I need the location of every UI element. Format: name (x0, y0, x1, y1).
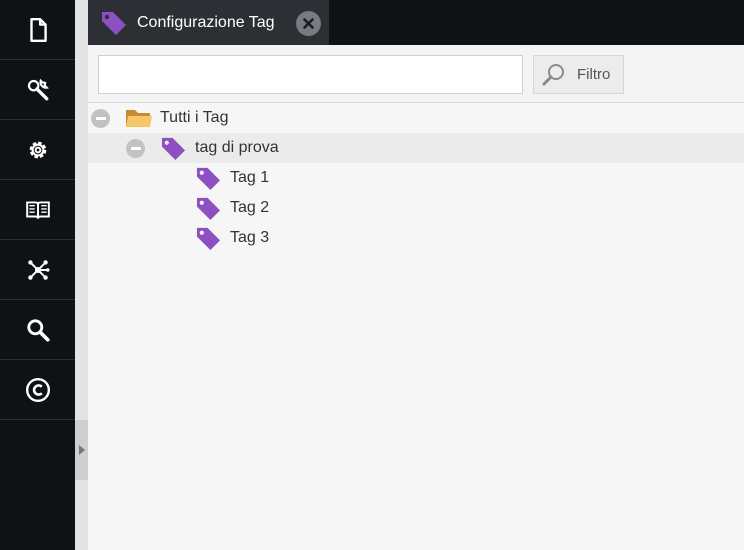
tree-node-label[interactable]: Tag 2 (230, 199, 269, 217)
tree-node-label[interactable]: Tag 1 (230, 169, 269, 187)
tag-icon (195, 196, 222, 221)
tag-tree: Tutti i Tag tag di prova Tag 1 Tag 2 Tag… (88, 103, 744, 253)
sidebar-item-about[interactable] (0, 360, 75, 420)
expand-arrow-icon (78, 445, 85, 455)
tab-bar: Configurazione Tag (88, 0, 744, 45)
document-icon (29, 17, 47, 42)
sidebar-item-tools[interactable] (0, 60, 75, 120)
main-sidebar (0, 0, 75, 550)
tag-icon (195, 166, 222, 191)
magnifier-icon (542, 63, 564, 85)
tree-node-label[interactable]: tag di prova (195, 139, 279, 157)
panel-splitter[interactable] (75, 0, 88, 550)
book-icon (25, 200, 50, 219)
tree-node-tag[interactable]: Tag 1 (88, 163, 744, 193)
tree-node-label[interactable]: Tutti i Tag (160, 109, 228, 127)
tag-icon (160, 136, 187, 161)
tree-node-tag[interactable]: Tag 2 (88, 193, 744, 223)
close-icon (303, 18, 314, 29)
main-panel: Configurazione Tag Filtro Tutti i Tag ta… (88, 0, 744, 550)
sidebar-item-documents[interactable] (0, 0, 75, 60)
filter-button-label: Filtro (577, 66, 611, 83)
filter-input[interactable] (98, 55, 523, 94)
wrench-icon (27, 78, 49, 100)
tag-icon (100, 10, 128, 36)
folder-icon (125, 106, 153, 130)
tab-configurazione-tag[interactable]: Configurazione Tag (88, 0, 329, 45)
sidebar-item-search[interactable] (0, 300, 75, 360)
tree-node-root[interactable]: Tutti i Tag (88, 103, 744, 133)
tree-node-group[interactable]: tag di prova (88, 133, 744, 163)
network-icon (27, 259, 49, 280)
gear-icon (29, 141, 46, 158)
tag-icon (195, 226, 222, 251)
tab-title: Configurazione Tag (137, 13, 275, 31)
tree-node-label[interactable]: Tag 3 (230, 229, 269, 247)
filter-toolbar: Filtro (88, 45, 744, 103)
sidebar-item-network[interactable] (0, 240, 75, 300)
close-tab-button[interactable] (296, 11, 321, 36)
filter-button[interactable]: Filtro (533, 55, 624, 94)
tree-node-tag[interactable]: Tag 3 (88, 223, 744, 253)
splitter-handle[interactable] (75, 420, 88, 480)
search-icon (26, 318, 50, 342)
copyright-icon (25, 377, 50, 402)
collapse-toggle[interactable] (126, 139, 145, 158)
collapse-toggle[interactable] (91, 109, 110, 128)
sidebar-item-settings[interactable] (0, 120, 75, 180)
sidebar-item-manual[interactable] (0, 180, 75, 240)
